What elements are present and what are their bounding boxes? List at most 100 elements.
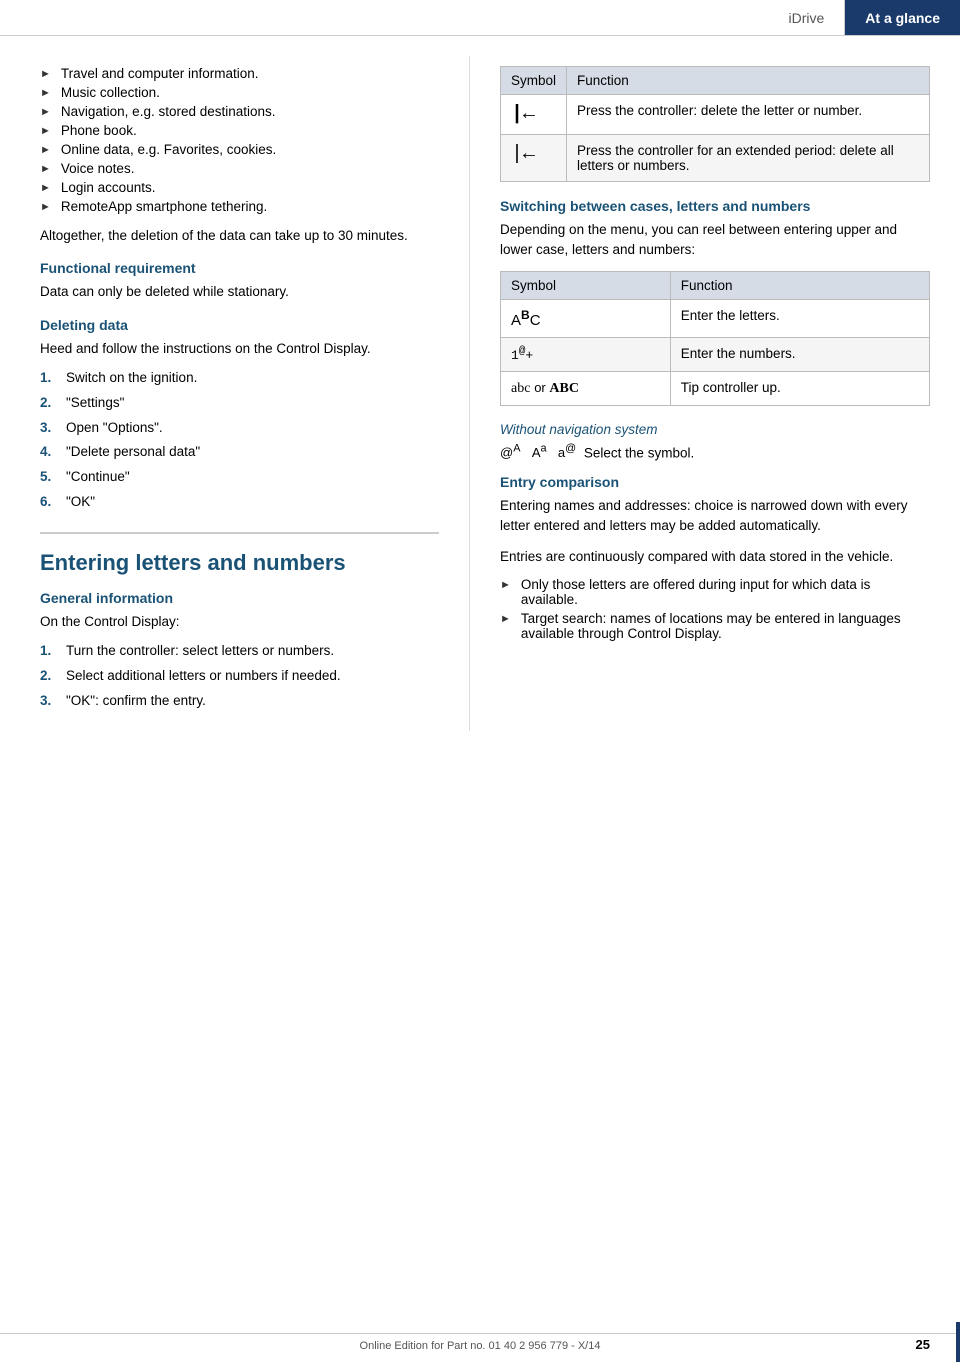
step-text: "OK": confirm the entry. (66, 692, 206, 711)
step-number: 1. (40, 642, 58, 661)
symbol-cell: ABC (501, 299, 671, 337)
function-cell: Tip controller up. (670, 371, 929, 405)
list-item: ► RemoteApp smartphone tethering. (40, 199, 439, 214)
bullet-icon: ► (40, 87, 51, 99)
step-number: 2. (40, 394, 58, 413)
functional-requirement-text: Data can only be deleted while stationar… (40, 282, 439, 302)
letters-numbers-table: Symbol Function ABC Enter the letters. 1… (500, 271, 930, 406)
list-item: ► Voice notes. (40, 161, 439, 176)
step-text: Open "Options". (66, 419, 163, 438)
step-number: 6. (40, 493, 58, 512)
step-number: 5. (40, 468, 58, 487)
list-item: ► Target search: names of locations may … (500, 611, 930, 641)
function-cell: Enter the letters. (670, 299, 929, 337)
general-info-heading: General information (40, 590, 439, 606)
bullet-icon: ► (40, 201, 51, 213)
list-item: 3. Open "Options". (40, 419, 439, 438)
entry-comparison-heading: Entry comparison (500, 474, 930, 490)
deleting-steps-list: 1. Switch on the ignition. 2. "Settings"… (40, 369, 439, 512)
nav-symbol-A: Aa (528, 445, 546, 460)
entry-comparison-p2: Entries are continuously compared with d… (500, 547, 930, 567)
header-idrive-label: iDrive (769, 0, 846, 35)
without-nav-heading: Without navigation system (500, 422, 930, 437)
table-row: ABC Enter the letters. (501, 299, 930, 337)
list-item: 5. "Continue" (40, 468, 439, 487)
symbol-cell: |← (501, 95, 567, 135)
list-item: ► Only those letters are offered during … (500, 577, 930, 607)
symbol-cell: |← (501, 135, 567, 182)
table-row: |← Press the controller: delete the lett… (501, 95, 930, 135)
page-footer: Online Edition for Part no. 01 40 2 956 … (0, 1333, 960, 1352)
list-item: 1. Turn the controller: select letters o… (40, 642, 439, 661)
function-cell: Press the controller: delete the letter … (567, 95, 930, 135)
list-item: ► Login accounts. (40, 180, 439, 195)
list-item: ► Online data, e.g. Favorites, cookies. (40, 142, 439, 157)
without-nav-text: @A Aa a@ Select the symbol. (500, 443, 930, 460)
bullet-icon: ► (40, 163, 51, 175)
entry-comparison-p1: Entering names and addresses: choice is … (500, 496, 930, 537)
step-number: 3. (40, 419, 58, 438)
abc-lower-symbol: abc (511, 381, 530, 396)
list-item: ► Music collection. (40, 85, 439, 100)
delete-symbol-table: Symbol Function |← Press the controller:… (500, 66, 930, 182)
step-text: Switch on the ignition. (66, 369, 197, 388)
deletion-note: Altogether, the deletion of the data can… (40, 226, 439, 246)
list-item: ► Navigation, e.g. stored destinations. (40, 104, 439, 119)
list-item: 4. "Delete personal data" (40, 443, 439, 462)
step-text: Select additional letters or numbers if … (66, 667, 341, 686)
deleting-data-heading: Deleting data (40, 317, 439, 333)
switching-heading: Switching between cases, letters and num… (500, 198, 930, 214)
nav-symbol-at: @A (500, 445, 520, 460)
general-info-steps-list: 1. Turn the controller: select letters o… (40, 642, 439, 711)
left-column: ► Travel and computer information. ► Mus… (0, 56, 470, 731)
list-item: ► Phone book. (40, 123, 439, 138)
switching-intro: Depending on the menu, you can reel betw… (500, 220, 930, 261)
step-number: 3. (40, 692, 58, 711)
table-header-function: Function (670, 271, 929, 299)
table-header-function: Function (567, 67, 930, 95)
step-text: Turn the controller: select letters or n… (66, 642, 334, 661)
symbol-cell: 1@+ (501, 337, 671, 371)
function-cell: Press the controller for an extended per… (567, 135, 930, 182)
table-row: abc or ABC Tip controller up. (501, 371, 930, 405)
header-at-a-glance-label: At a glance (845, 0, 960, 35)
table-header-symbol: Symbol (501, 271, 671, 299)
table-row: |← Press the controller for an extended … (501, 135, 930, 182)
list-item: 6. "OK" (40, 493, 439, 512)
without-nav-select-text: Select the symbol. (584, 445, 694, 460)
step-text: "OK" (66, 493, 95, 512)
list-item: 2. Select additional letters or numbers … (40, 667, 439, 686)
table-header-symbol: Symbol (501, 67, 567, 95)
abc-upper-bold-symbol: ABC (549, 381, 579, 396)
step-text: "Settings" (66, 394, 124, 413)
function-cell: Enter the numbers. (670, 337, 929, 371)
bullet-icon: ► (40, 144, 51, 156)
page-header: iDrive At a glance (0, 0, 960, 36)
bullet-icon: ► (500, 613, 511, 625)
step-number: 4. (40, 443, 58, 462)
entering-letters-heading: Entering letters and numbers (40, 532, 439, 576)
number-symbol: 1@+ (511, 348, 533, 363)
bullet-icon: ► (40, 68, 51, 80)
right-column: Symbol Function |← Press the controller:… (470, 56, 960, 731)
page-divider (956, 1322, 960, 1362)
main-content: ► Travel and computer information. ► Mus… (0, 36, 960, 731)
symbol-cell: abc or ABC (501, 371, 671, 405)
deleting-data-text: Heed and follow the instructions on the … (40, 339, 439, 359)
bullet-icon: ► (40, 182, 51, 194)
step-text: "Continue" (66, 468, 130, 487)
list-item: 1. Switch on the ignition. (40, 369, 439, 388)
delete-symbol-2: |← (511, 143, 535, 166)
without-nav-section: Without navigation system @A Aa a@ Selec… (500, 422, 930, 460)
bullet-list: ► Travel and computer information. ► Mus… (40, 66, 439, 214)
list-item: 2. "Settings" (40, 394, 439, 413)
nav-symbol-a: a@ (554, 445, 576, 460)
abc-upper-symbol: ABC (511, 312, 541, 329)
bullet-icon: ► (40, 125, 51, 137)
entry-comparison-bullets: ► Only those letters are offered during … (500, 577, 930, 641)
footer-text: Online Edition for Part no. 01 40 2 956 … (360, 1340, 601, 1352)
page-number: 25 (916, 1337, 930, 1352)
list-item: ► Travel and computer information. (40, 66, 439, 81)
step-number: 2. (40, 667, 58, 686)
bullet-icon: ► (40, 106, 51, 118)
